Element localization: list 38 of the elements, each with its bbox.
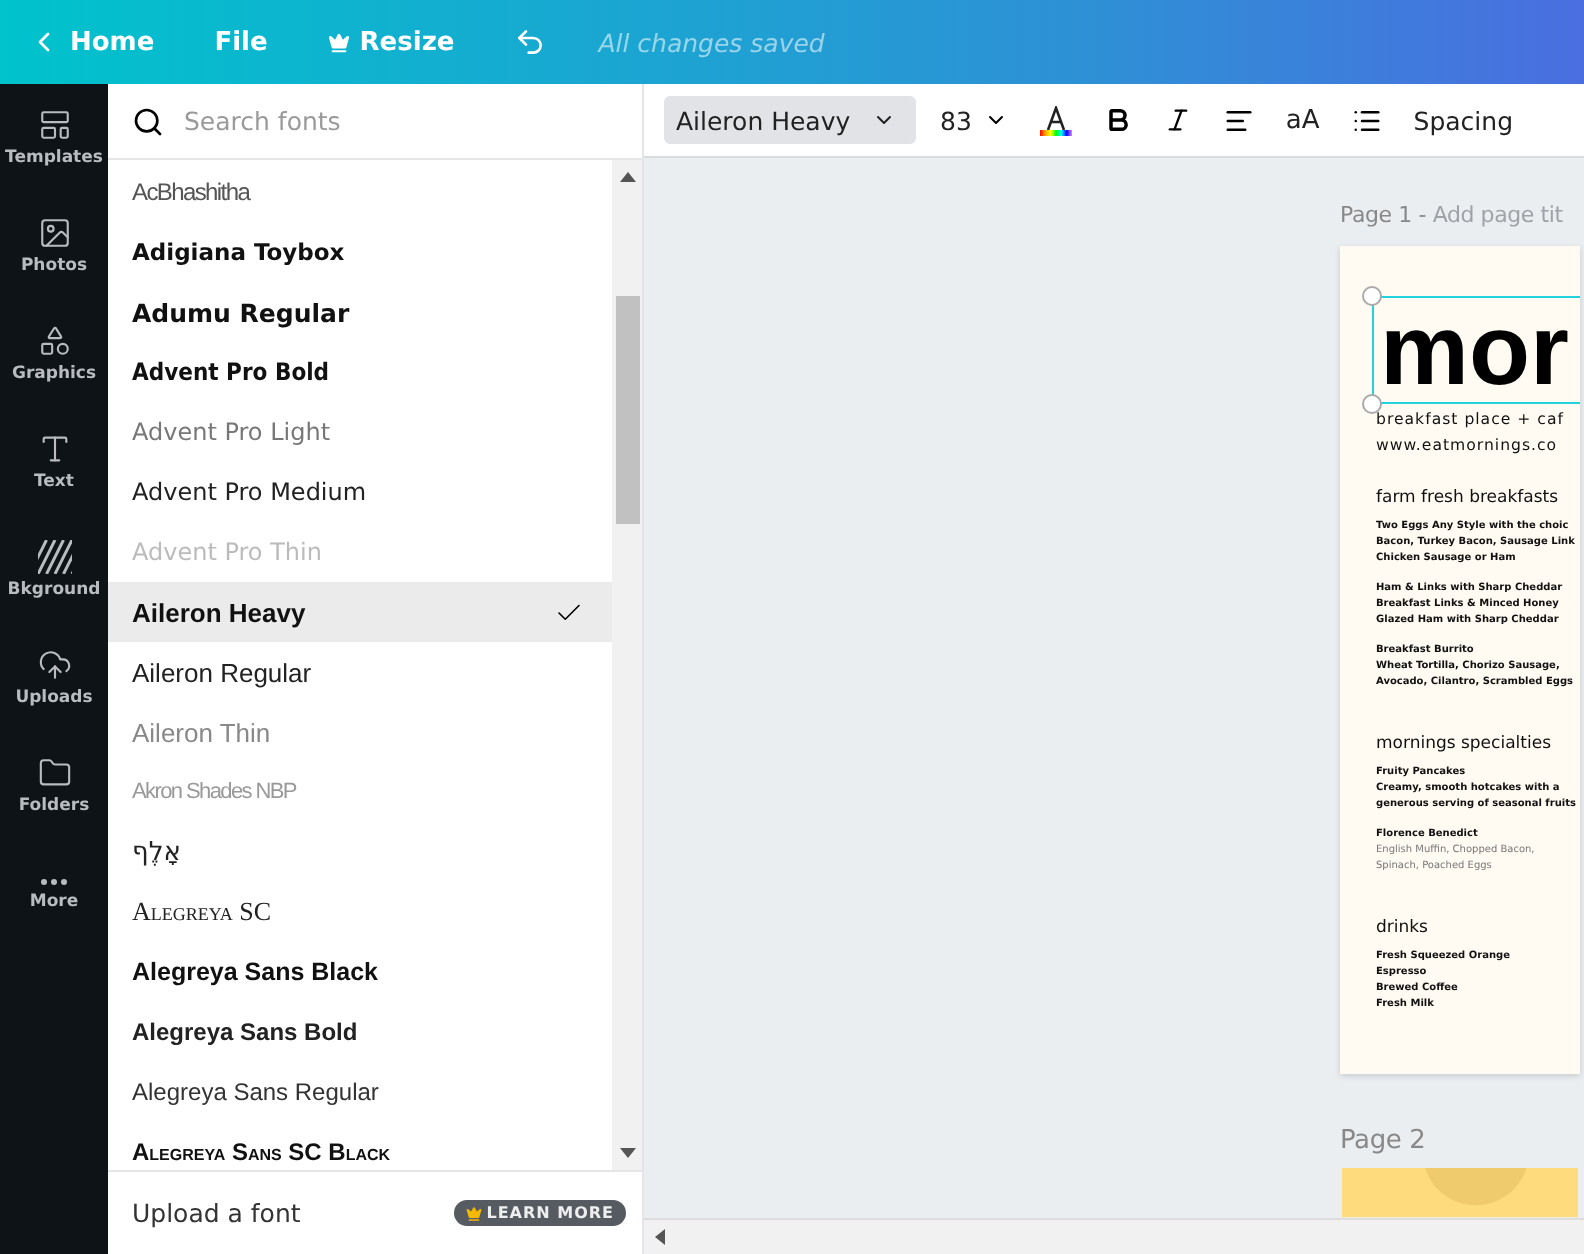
sidebar-item[interactable]: Photos [0, 192, 108, 300]
sidebar-item[interactable]: More [0, 840, 108, 948]
save-status: All changes saved [598, 27, 825, 57]
templates-icon [37, 108, 71, 142]
page-text: mornings specialties [1376, 731, 1553, 756]
sidebar-item[interactable]: Templates [0, 84, 108, 192]
upload-font-link[interactable]: Upload a font [132, 1198, 301, 1228]
hatch-icon [37, 540, 71, 574]
crown-icon [466, 1205, 483, 1221]
font-item[interactable]: Aileron Heavy [108, 582, 612, 642]
font-size-field[interactable]: 83 [940, 105, 972, 135]
image-icon [37, 216, 71, 250]
crown-icon [327, 31, 350, 53]
case-button[interactable]: aA [1285, 105, 1320, 135]
sidebar-item[interactable]: Folders [0, 732, 108, 840]
more-icon [40, 877, 68, 885]
cloud-upload-icon [37, 648, 71, 682]
shapes-icon [37, 324, 71, 358]
folder-icon [37, 756, 71, 790]
bold-icon[interactable] [1103, 106, 1132, 134]
undo-icon[interactable] [514, 26, 547, 58]
search-icon [132, 105, 164, 137]
learn-more-button[interactable]: LEARN MORE [454, 1200, 626, 1226]
spacing-button[interactable]: Spacing [1413, 105, 1513, 135]
page-text: farm fresh breakfasts [1376, 485, 1561, 510]
page-text: drinks [1376, 915, 1430, 940]
scrollbar[interactable] [612, 160, 642, 1170]
sidebar-item[interactable]: Text [0, 408, 108, 516]
text-icon [37, 432, 71, 466]
italic-icon[interactable] [1163, 106, 1192, 134]
sidebar-item[interactable]: Uploads [0, 624, 108, 732]
text-color-icon[interactable] [1039, 105, 1072, 135]
align-left-icon[interactable] [1223, 105, 1254, 135]
sidebar-item[interactable]: Graphics [0, 300, 108, 408]
horizontal-scrollbar[interactable] [644, 1218, 1584, 1254]
sidebar-item[interactable]: Bkground [0, 516, 108, 624]
list-icon[interactable] [1351, 105, 1382, 135]
font-dropdown[interactable]: Aileron Heavy [664, 96, 916, 144]
